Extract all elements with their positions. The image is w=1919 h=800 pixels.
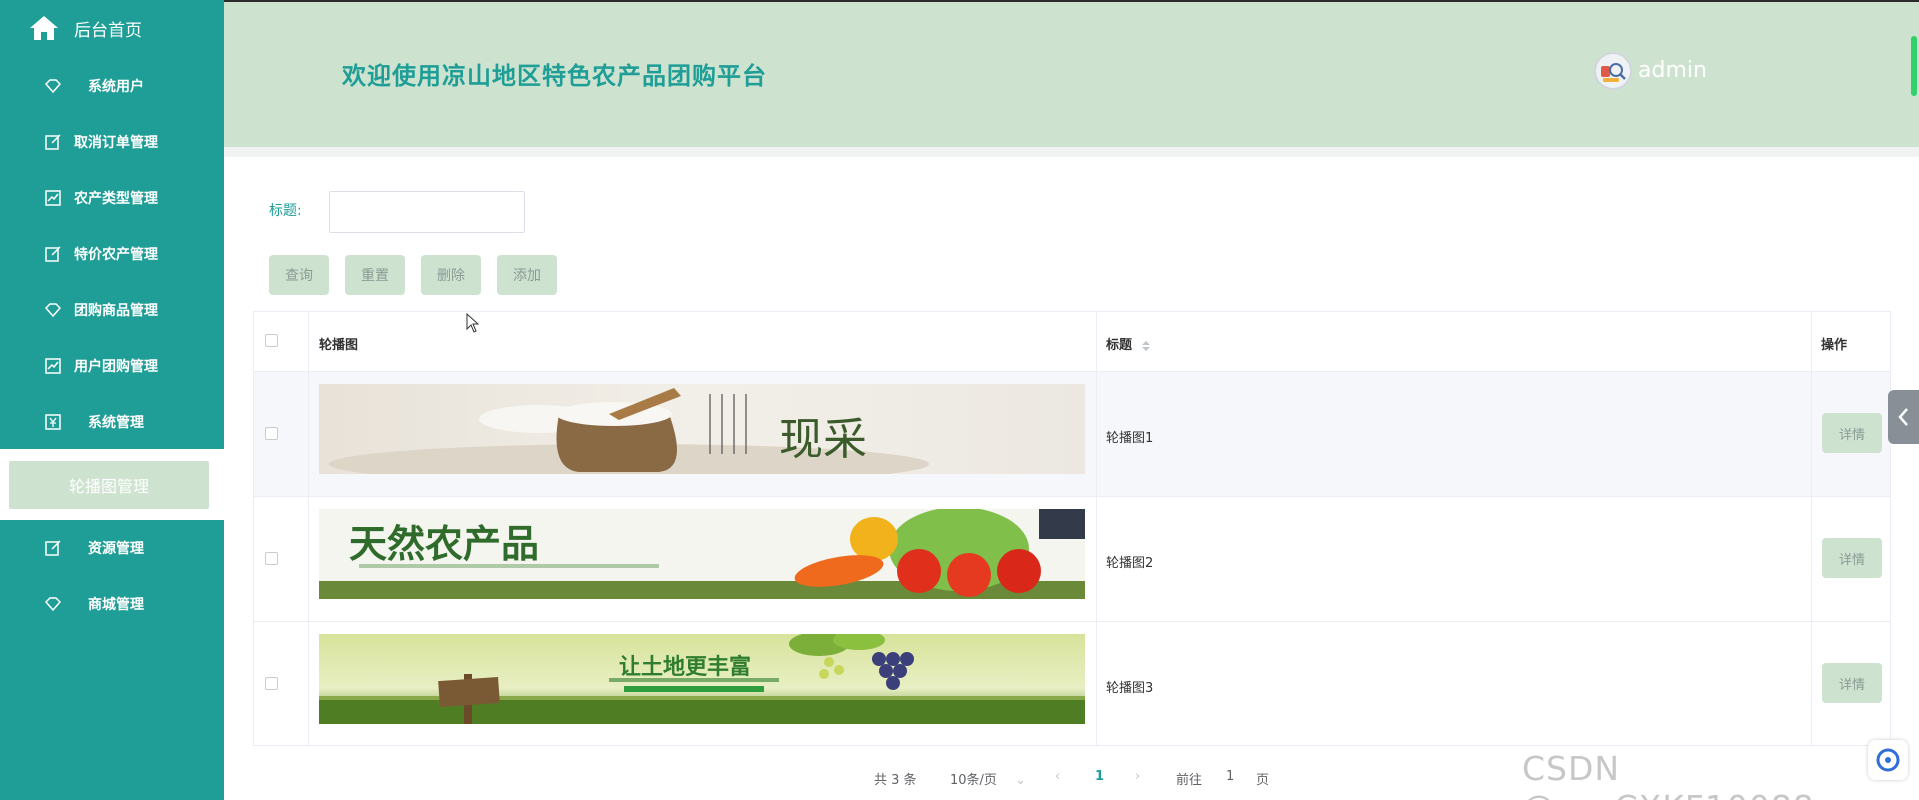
goto-page-input[interactable]: 1 xyxy=(1226,769,1234,784)
sidebar-item-label: 用户团购管理 xyxy=(74,359,158,375)
header: 欢迎使用凉山地区特色农产品团购平台 admin xyxy=(224,0,1919,147)
cell-title: 轮播图1 xyxy=(1106,431,1154,446)
sidebar-item-group-goods[interactable]: 团购商品管理 xyxy=(0,290,224,330)
row-divider xyxy=(254,496,1890,497)
reset-button[interactable]: 重置 xyxy=(345,255,405,295)
diamond-icon xyxy=(44,79,62,94)
edit-icon xyxy=(45,540,61,556)
chart-icon xyxy=(45,358,61,374)
row-checkbox[interactable] xyxy=(265,427,278,440)
detail-button[interactable]: 详情 xyxy=(1822,663,1882,703)
sidebar-item-carousel-wrap: 轮播图管理 xyxy=(0,449,224,520)
sidebar-item-label: 商城管理 xyxy=(88,597,144,613)
sidebar-item-label: 系统用户 xyxy=(88,79,144,95)
avatar-image xyxy=(1597,55,1629,87)
row-checkbox[interactable] xyxy=(265,552,278,565)
sidebar-item-special-products[interactable]: 特价农产管理 xyxy=(0,234,224,274)
sidebar-home-label: 后台首页 xyxy=(74,20,142,41)
sidebar-item-label: 取消订单管理 xyxy=(74,135,158,151)
yen-icon xyxy=(45,414,61,430)
diamond-icon xyxy=(44,597,62,612)
column-header-title[interactable]: 标题 xyxy=(1106,334,1151,353)
sidebar-item-label: 资源管理 xyxy=(88,541,144,557)
banner-text-2: 天然农产品 xyxy=(349,522,539,566)
column-divider xyxy=(308,312,309,745)
delete-button[interactable]: 删除 xyxy=(421,255,481,295)
sidebar-item-resources[interactable]: 资源管理 xyxy=(0,528,224,568)
banner-text-3: 让土地更丰富 xyxy=(619,654,751,680)
cell-title: 轮播图2 xyxy=(1106,556,1154,571)
current-page-number[interactable]: 1 xyxy=(1095,769,1104,784)
search-label: 标题: xyxy=(269,203,302,219)
prev-page-icon[interactable]: ‹ xyxy=(1055,769,1060,784)
page-size-select[interactable]: 10条/页 ⌄ xyxy=(950,769,1026,788)
search-input[interactable] xyxy=(329,191,525,233)
row-divider xyxy=(254,621,1890,622)
sidebar-item-cancel-orders[interactable]: 取消订单管理 xyxy=(0,122,224,162)
column-divider xyxy=(1096,312,1097,745)
row-checkbox[interactable] xyxy=(265,677,278,690)
page-size-value: 10条/页 xyxy=(950,773,997,788)
sidebar-item-product-types[interactable]: 农产类型管理 xyxy=(0,178,224,218)
edit-icon xyxy=(45,246,61,262)
sidebar-item-label: 农产类型管理 xyxy=(74,191,158,207)
cell-title: 轮播图3 xyxy=(1106,681,1154,696)
sidebar-item-system-users[interactable]: 系统用户 xyxy=(0,66,224,106)
chevron-left-icon xyxy=(1898,408,1908,426)
chevron-down-icon: ⌄ xyxy=(1015,773,1026,788)
goto-suffix: 页 xyxy=(1256,773,1270,788)
sort-icon[interactable] xyxy=(1141,340,1151,352)
query-button[interactable]: 查询 xyxy=(269,255,329,295)
app-root: 后台首页 系统用户 取消订单管理 农产类型管理 特价农产管理 团购商品管理 用户… xyxy=(0,0,1919,800)
mouse-cursor-icon xyxy=(466,313,480,333)
sidebar: 后台首页 系统用户 取消订单管理 农产类型管理 特价农产管理 团购商品管理 用户… xyxy=(0,0,224,800)
diamond-icon xyxy=(44,303,62,318)
collapse-panel-tab[interactable] xyxy=(1888,390,1919,444)
sidebar-item-label: 系统管理 xyxy=(88,415,144,431)
column-divider xyxy=(1811,312,1812,745)
sidebar-item-mall[interactable]: 商城管理 xyxy=(0,584,224,624)
goto-prefix: 前往 xyxy=(1176,773,1203,788)
sidebar-item-label: 特价农产管理 xyxy=(74,247,158,263)
avatar[interactable] xyxy=(1594,52,1632,90)
username[interactable]: admin xyxy=(1638,58,1707,83)
banner-image-1: 现采 xyxy=(319,384,1085,474)
select-all-checkbox[interactable] xyxy=(265,334,278,347)
page-title: 欢迎使用凉山地区特色农产品团购平台 xyxy=(342,62,767,90)
content-gap xyxy=(224,147,1919,157)
banner-image-2: 天然农产品 xyxy=(319,509,1085,599)
home-icon xyxy=(30,16,58,40)
sidebar-item-user-groups[interactable]: 用户团购管理 xyxy=(0,346,224,386)
column-header-actions: 操作 xyxy=(1821,338,1848,353)
banner-image-3: 让土地更丰富 xyxy=(319,634,1085,724)
add-button[interactable]: 添加 xyxy=(497,255,557,295)
watermark: CSDN @vx_CXKF10088 xyxy=(1522,749,1814,800)
next-page-icon[interactable]: › xyxy=(1135,769,1140,784)
sidebar-item-label: 团购商品管理 xyxy=(74,303,158,319)
pagination-total: 共 3 条 xyxy=(874,773,917,788)
banner-text-1: 现采 xyxy=(779,414,867,465)
detail-button[interactable]: 详情 xyxy=(1822,413,1882,453)
sidebar-item-system-management[interactable]: 系统管理 xyxy=(0,402,224,442)
sidebar-item-carousel-management[interactable]: 轮播图管理 xyxy=(9,461,209,509)
detail-button[interactable]: 详情 xyxy=(1822,538,1882,578)
sidebar-home[interactable]: 后台首页 xyxy=(28,10,142,46)
edit-icon xyxy=(45,134,61,150)
column-header-image: 轮播图 xyxy=(319,338,359,353)
data-table: 轮播图 标题 操作 现采 轮播图1 详情 天然农产品 轮播图2 详情 让土地更丰… xyxy=(253,311,1891,746)
column-header-title-label: 标题 xyxy=(1106,338,1133,353)
row-divider xyxy=(254,371,1890,372)
chart-icon xyxy=(45,190,61,206)
scroll-indicator xyxy=(1911,36,1917,96)
